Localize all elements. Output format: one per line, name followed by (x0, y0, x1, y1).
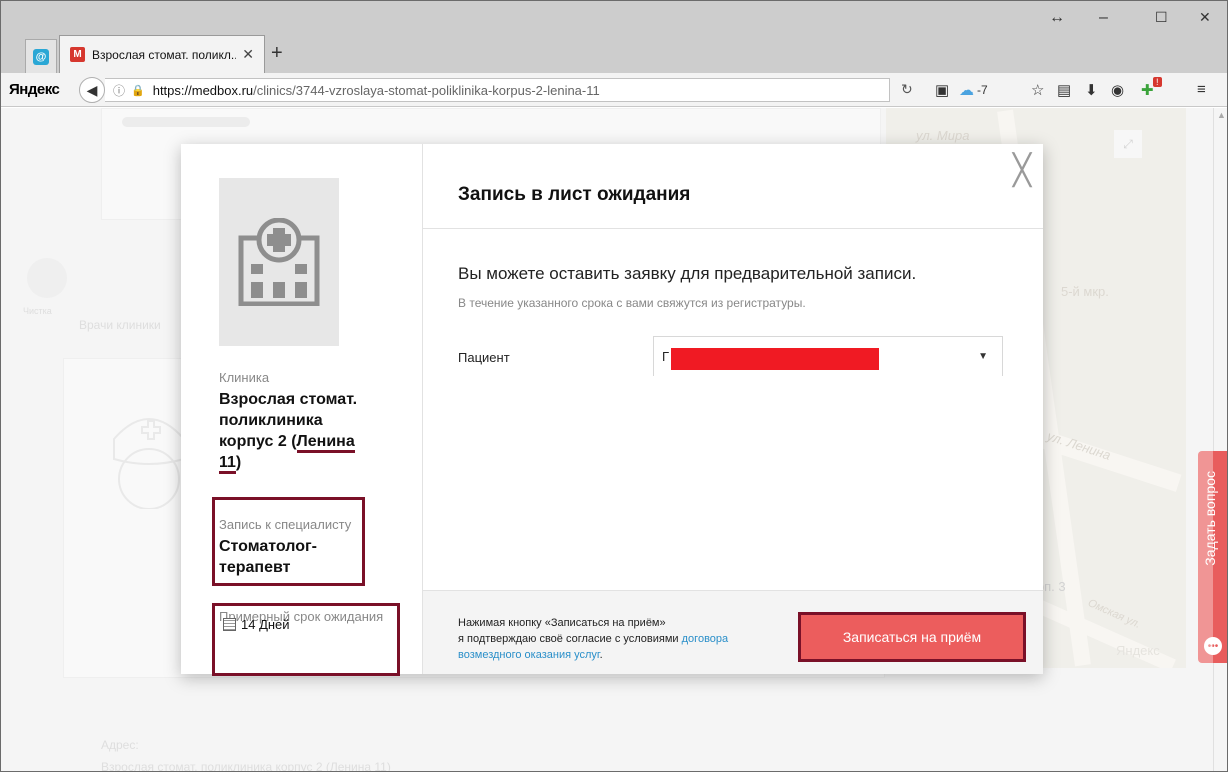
waitlist-form: ╳ Запись в лист ожидания Вы можете остав… (423, 144, 1043, 674)
clinic-street-link[interactable]: Ленина (296, 433, 355, 453)
back-button[interactable]: ◀ (79, 77, 105, 103)
alert-badge: ! (1153, 77, 1162, 87)
maximize-button[interactable]: ☐ (1155, 9, 1168, 26)
chevron-down-icon: ▼ (978, 351, 988, 362)
arrow-left-icon: ◀ (86, 81, 98, 98)
yandex-logo[interactable]: Яндекс (9, 81, 60, 98)
divider (423, 228, 1043, 229)
patient-value: Г (662, 349, 670, 364)
info-icon[interactable]: ⓘ (113, 82, 125, 99)
wait-label: Примерный срок ожидания (219, 609, 384, 624)
download-icon[interactable]: ⬇ (1085, 81, 1098, 99)
pinned-tab[interactable]: @ (25, 39, 57, 73)
reload-icon[interactable]: ↻ (901, 81, 913, 98)
screenshot-icon[interactable]: ▣ (935, 81, 949, 99)
patient-label: Пациент (458, 350, 510, 365)
minimize-button[interactable]: – (1099, 9, 1108, 27)
bookmark-star-icon[interactable]: ☆ (1031, 81, 1044, 99)
clinic-name: Взрослая стомат. поликлиника корпус 2 (Л… (219, 389, 404, 474)
clinic-image (219, 178, 339, 346)
consent-text: Нажимая кнопку «Записаться на приём» я п… (458, 617, 729, 661)
mail-icon: @ (33, 48, 49, 65)
submit-button[interactable]: Записаться на приём (801, 615, 1023, 659)
url-path: /clinics/3744-vzroslaya-stomat-poliklini… (253, 82, 600, 98)
tab-close-icon[interactable]: ✕ (242, 46, 254, 63)
medbox-favicon-icon: M (70, 47, 85, 62)
extension-icon[interactable]: ✚ (1141, 81, 1154, 99)
specialist-name: Стоматолог- терапевт (219, 538, 317, 576)
modal-footer: Нажимая кнопку «Записаться на приём» я п… (423, 590, 1043, 674)
active-tab[interactable]: M Взрослая стомат. поликл... ✕ (59, 35, 265, 73)
clinic-house-link[interactable]: 11 (219, 454, 236, 474)
clinic-summary: Клиника Взрослая стомат. поликлиника кор… (181, 144, 423, 676)
tab-title: Взрослая стомат. поликл... (92, 47, 237, 62)
new-tab-button[interactable]: + (271, 42, 283, 65)
lock-icon: 🔒 (131, 84, 145, 97)
modal-title: Запись в лист ожидания (458, 184, 691, 205)
specialist-label: Запись к специалисту (219, 517, 352, 532)
wait-value-row: 14 Дней (223, 617, 290, 632)
browser-window: ↔ – ☐ ✕ @ M Взрослая стомат. поликл... ✕… (0, 0, 1228, 772)
scrollbar[interactable]: ▲ (1213, 108, 1227, 771)
tab-strip: @ M Взрослая стомат. поликл... ✕ + (1, 29, 1227, 73)
redaction-bar (671, 348, 879, 370)
resize-icon[interactable]: ↔ (1049, 9, 1065, 27)
address-bar[interactable]: ⓘ 🔒 https://medbox.ru /clinics/3744-vzro… (105, 78, 890, 102)
calendar-icon (223, 618, 236, 631)
contract-link[interactable]: договора (682, 633, 729, 645)
weather-value: -7 (977, 83, 988, 97)
pocket-icon[interactable]: ◉ (1111, 81, 1124, 99)
reading-list-icon[interactable]: ▤ (1057, 81, 1071, 99)
close-window-button[interactable]: ✕ (1199, 9, 1211, 26)
title-bar: ↔ – ☐ ✕ @ M Взрослая стомат. поликл... ✕… (1, 1, 1227, 73)
close-modal-icon[interactable]: ╳ (1013, 156, 1031, 186)
waitlist-modal: Клиника Взрослая стомат. поликлиника кор… (181, 144, 1043, 676)
sub-text: В течение указанного срока с вами свяжут… (458, 296, 806, 310)
clinic-label: Клиника (219, 370, 270, 385)
menu-icon[interactable]: ≡ (1197, 81, 1206, 98)
weather-icon[interactable]: ☁ (959, 81, 974, 99)
contract-link-cont[interactable]: возмездного оказания услуг (458, 649, 600, 661)
lead-text: Вы можете оставить заявку для предварите… (458, 264, 917, 283)
url-host: https://medbox.ru (152, 82, 254, 98)
hospital-icon (238, 218, 320, 306)
scroll-up-icon[interactable]: ▲ (1217, 110, 1226, 120)
nav-bar: Яндекс ◀ ⓘ 🔒 https://medbox.ru /clinics/… (1, 73, 1227, 107)
wait-value: 14 Дней (241, 617, 290, 632)
